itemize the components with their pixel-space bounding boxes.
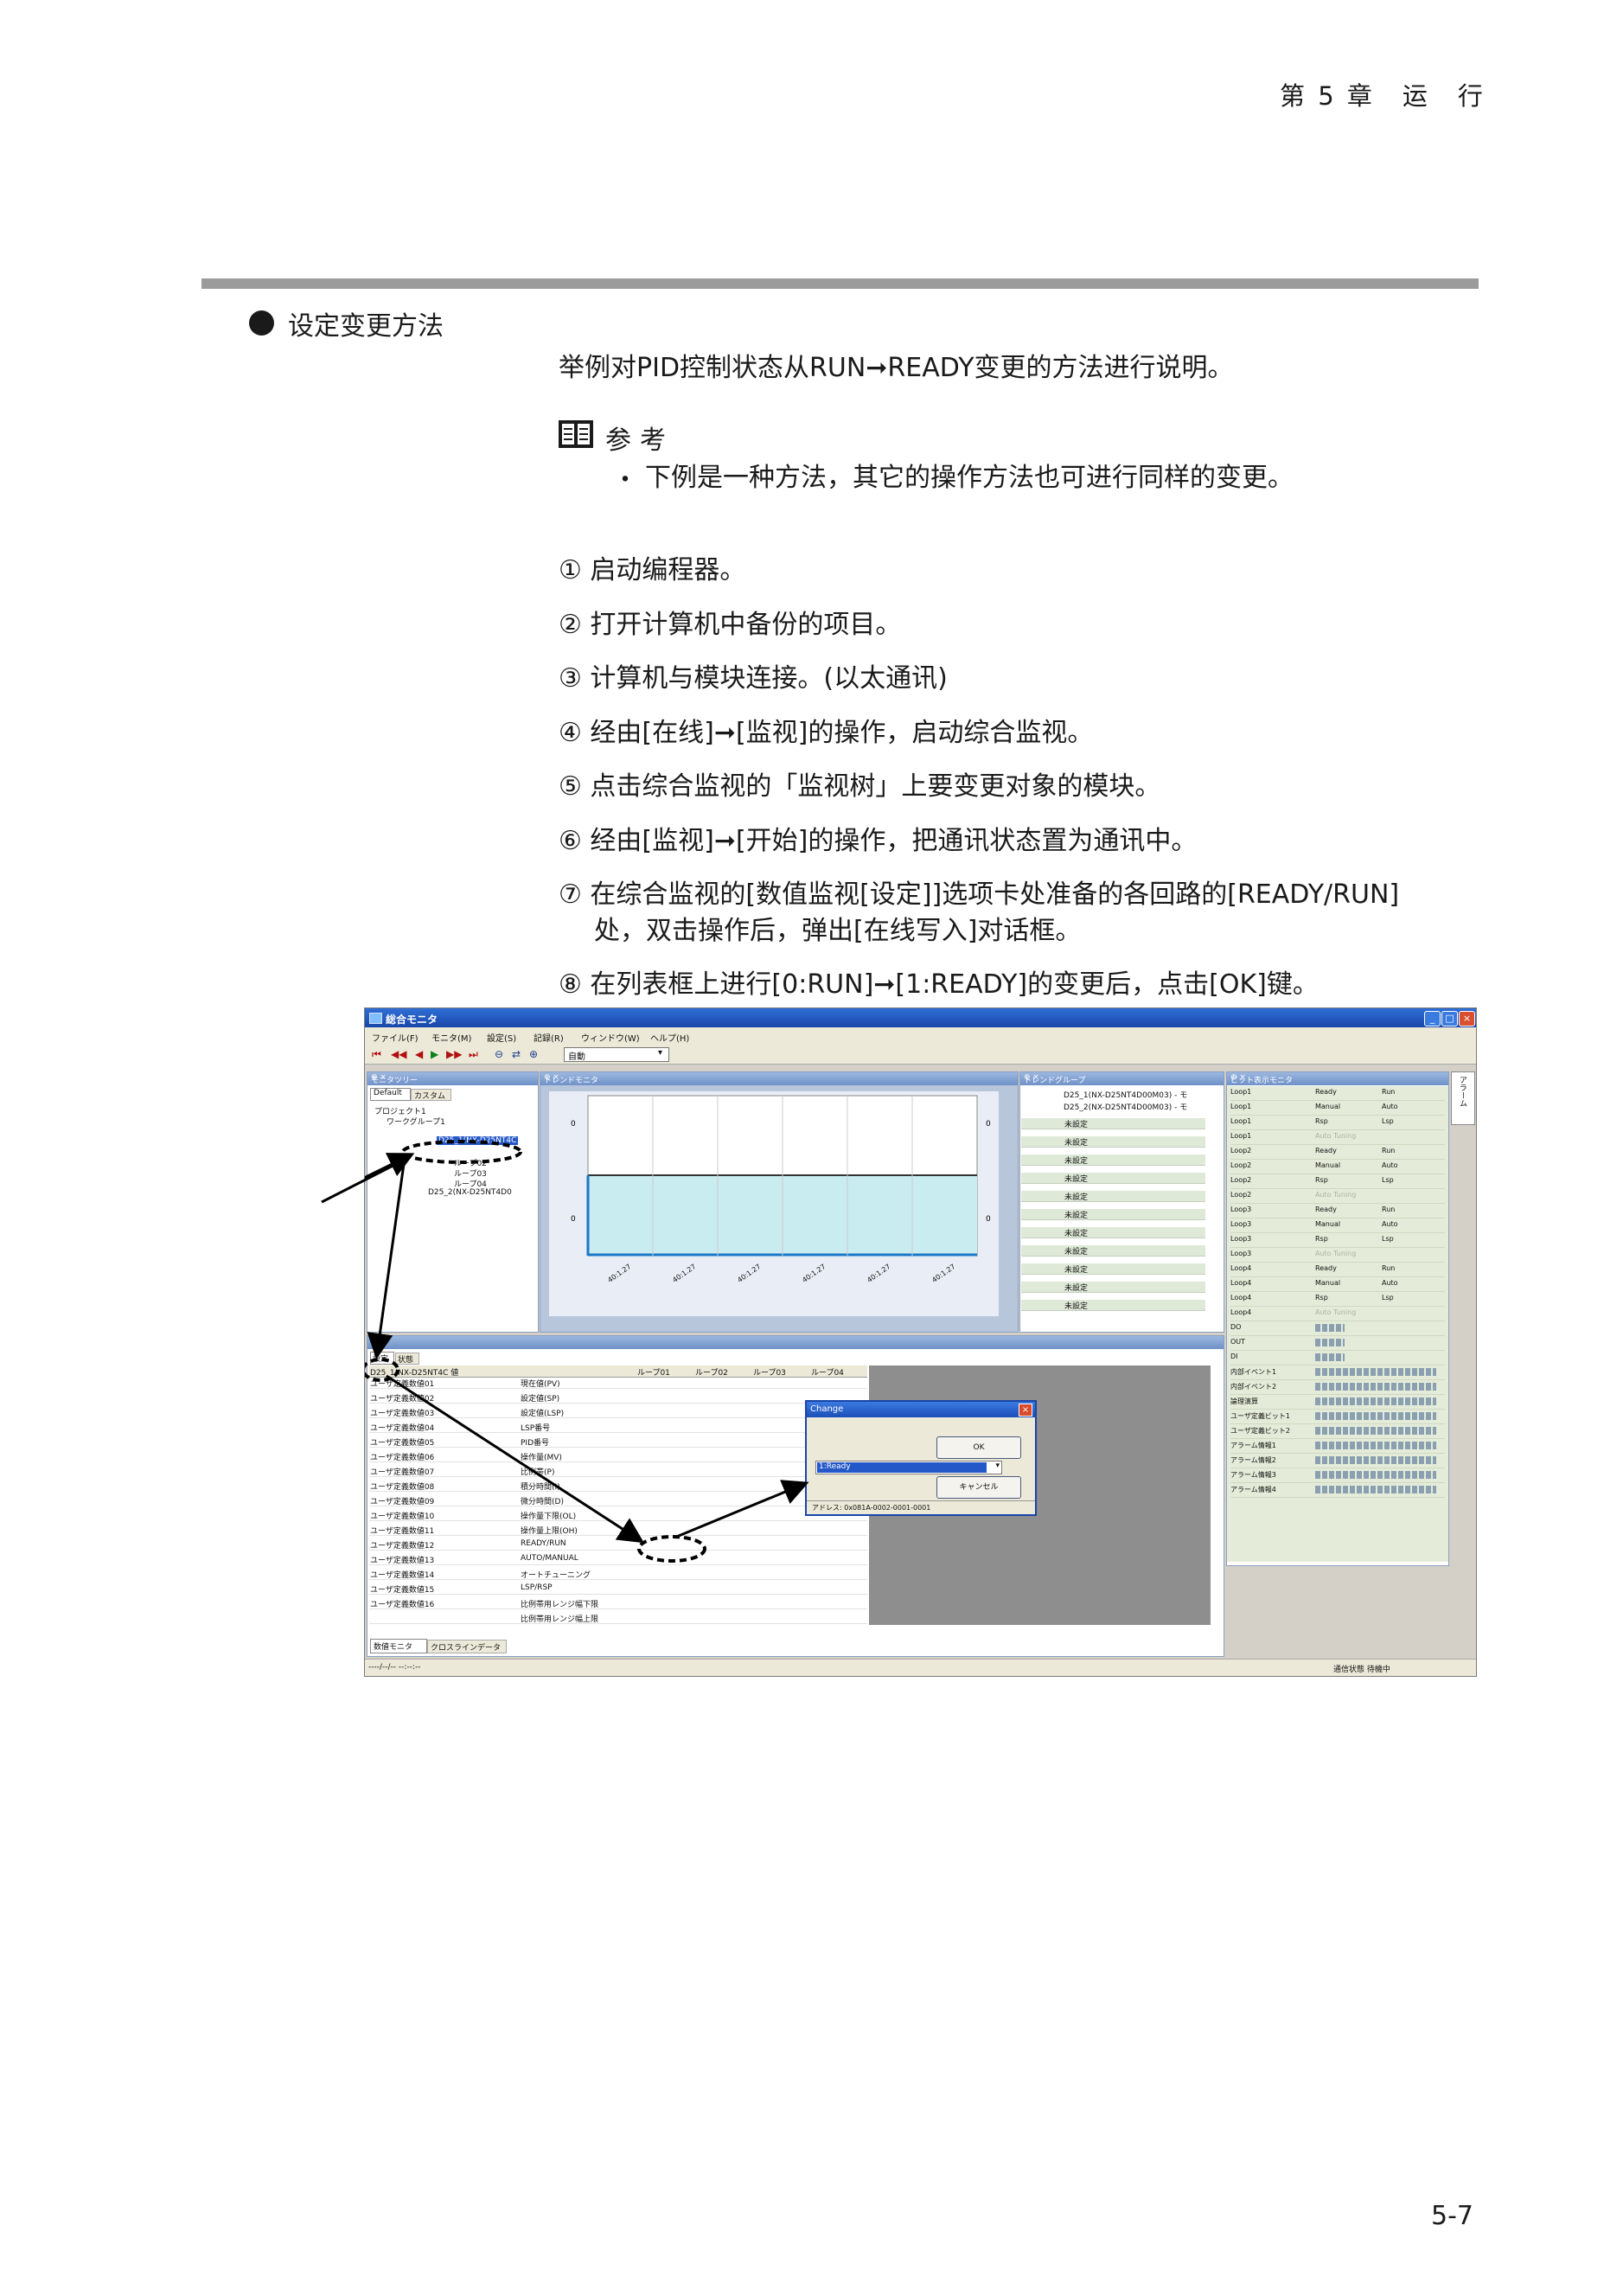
reference-title: 参考 bbox=[605, 425, 674, 456]
section-intro: 举例对PID控制状态从RUN➞READY变更的方法进行说明。 bbox=[559, 353, 1234, 383]
callout-ready-run-cell bbox=[637, 1535, 706, 1563]
step-7-continued: 处，双击操作后，弹出[在线写入]对话框。 bbox=[594, 916, 1082, 946]
callout-overlay bbox=[365, 1140, 809, 1563]
reference-bullet: ・ bbox=[612, 465, 638, 496]
chapter-header: 第 5 章 运 行 bbox=[1280, 81, 1486, 111]
page-number: 5-7 bbox=[1431, 2201, 1473, 2231]
step-1: ① 启动编程器。 bbox=[559, 555, 746, 585]
step-6: ⑥ 经由[监视]➞[开始]的操作，把通讯状态置为通讯中。 bbox=[559, 826, 1198, 856]
callout-settings-tab bbox=[365, 1358, 399, 1382]
section-bullet bbox=[249, 310, 274, 336]
section-title: 设定变更方法 bbox=[288, 311, 444, 342]
callout-arrow-outer bbox=[321, 1157, 407, 1204]
step-5: ⑤ 点击综合监视的「监视树」上要变更对象的模块。 bbox=[559, 771, 1161, 802]
monitor-screenshot: 総合モニタ _ □ × ファイル(F) モニタ(M) 設定(S) 記録(R) ウ… bbox=[364, 1007, 1477, 1677]
step-8: ⑧ 在列表框上进行[0:RUN]➞[1:READY]的变更后，点击[OK]键。 bbox=[559, 969, 1319, 1000]
section-rule bbox=[201, 278, 1479, 289]
book-icon bbox=[559, 420, 593, 448]
step-2: ② 打开计算机中备份的项目。 bbox=[559, 610, 902, 640]
step-4: ④ 经由[在线]➞[监视]的操作，启动综合监视。 bbox=[559, 718, 1094, 748]
step-3: ③ 计算机与模块连接。(以太通讯) bbox=[559, 663, 948, 694]
callout-tree-node bbox=[401, 1140, 522, 1164]
step-7: ⑦ 在综合监视的[数值监视[设定]]选项卡处准备的各回路的[READY/RUN] bbox=[559, 879, 1400, 910]
reference-text: 下例是一种方法，其它的操作方法也可进行同样的变更。 bbox=[645, 463, 1294, 493]
